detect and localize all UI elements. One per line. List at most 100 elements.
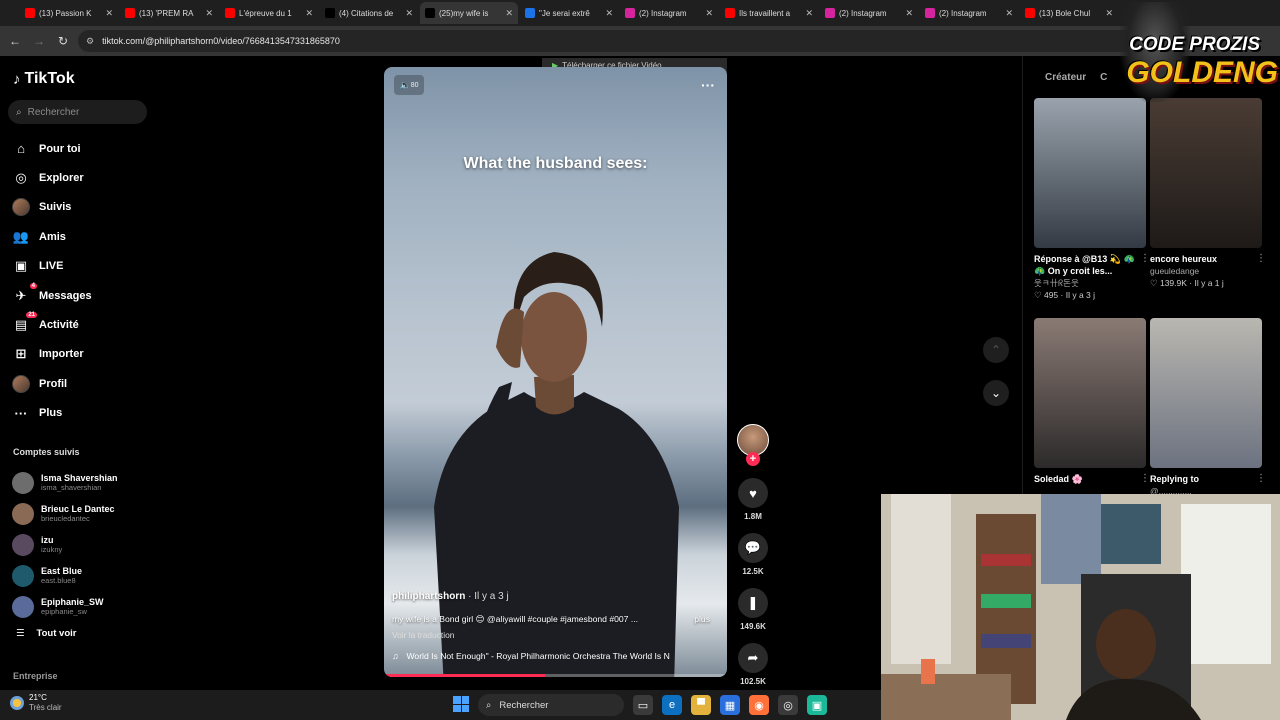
list-icon: ☰ [16, 628, 25, 639]
tiktok-logo[interactable]: ♪ TikTok [13, 70, 75, 88]
panel-tab[interactable]: C [1100, 72, 1107, 83]
close-tab-icon[interactable]: ✕ [505, 8, 513, 19]
chrome-icon[interactable]: ◎ [778, 695, 798, 715]
task-view-icon[interactable]: ▭ [633, 695, 653, 715]
thumbnail-caption[interactable]: encore heureux gueuledange ♡ 139.9K · Il… [1150, 253, 1262, 289]
video-author[interactable]: philiphartshorn · Il y a 3 j [392, 591, 722, 602]
edge-icon[interactable]: e [662, 695, 682, 715]
site-info-icon[interactable]: ⚙ [86, 36, 94, 47]
friends-icon: 👥 [12, 228, 30, 244]
sidebar-item-amis[interactable]: 👥 Amis [12, 222, 160, 251]
close-tab-icon[interactable]: ✕ [805, 8, 813, 19]
search-input[interactable]: ⌕ Rechercher [8, 100, 147, 124]
sidebar-item-activit-[interactable]: ▤ 21 Activité [12, 310, 160, 339]
close-tab-icon[interactable]: ✕ [605, 8, 613, 19]
video-progress-bar[interactable] [384, 674, 727, 677]
file-explorer-icon[interactable]: ▀ [691, 695, 711, 715]
close-tab-icon[interactable]: ✕ [905, 8, 913, 19]
video-more-icon[interactable]: ··· [701, 77, 715, 93]
account-avatar [12, 564, 34, 587]
back-icon[interactable]: ← [6, 32, 24, 50]
browser-tab[interactable]: (13) Bole Chul ✕ [1020, 2, 1118, 24]
browser-tab[interactable]: (2) Instagram ✕ [920, 2, 1018, 24]
browser-tab[interactable]: (4) Citations de ✕ [320, 2, 418, 24]
sidebar-item-plus[interactable]: ··· Plus [12, 399, 160, 428]
weather-widget[interactable]: 21°C Très clair [10, 693, 62, 713]
thumbnail-caption[interactable]: Réponse à @B13 💫 🦚 🦚 On y croit les... 웃… [1034, 253, 1146, 301]
sidebar-item-pour-toi[interactable]: ⌂ Pour toi [12, 134, 160, 163]
tab-title: (13) Passion K [39, 8, 92, 18]
more-button[interactable]: plus [694, 614, 710, 625]
caption-author: gueuledange [1150, 266, 1200, 276]
next-video-button[interactable]: ⌄ [983, 380, 1009, 406]
post-age: · Il y a 3 j [468, 591, 509, 602]
volume-control[interactable]: 🔈 80 [394, 75, 424, 95]
forward-icon[interactable]: → [30, 32, 48, 50]
search-placeholder: Rechercher [27, 106, 80, 118]
following-account[interactable]: izu izukny [12, 529, 157, 560]
sidebar-item-suivis[interactable]: Suivis [12, 193, 160, 222]
sidebar-item-importer[interactable]: ⊞ Importer [12, 340, 160, 369]
thumbnail-more-icon[interactable]: ⋮ [1140, 473, 1150, 484]
browser-tab[interactable]: L'épreuve du 1 ✕ [220, 2, 318, 24]
reload-icon[interactable]: ↻ [54, 32, 72, 50]
browser-tab[interactable]: (2) Instagram ✕ [620, 2, 718, 24]
browser-tab[interactable]: "Je serai extrê ✕ [520, 2, 618, 24]
account-name: East Blue [41, 566, 83, 576]
following-account[interactable]: Isma Shavershian isma_shavershian [12, 467, 157, 498]
video-player[interactable]: What the husband sees: 🔈 80 ··· philipha… [384, 67, 727, 677]
video-thumbnail[interactable] [1150, 98, 1262, 248]
translate-link[interactable]: Voir la traduction [392, 630, 722, 640]
following-account[interactable]: Epiphanie_SW epiphanie_sw [12, 591, 157, 622]
close-tab-icon[interactable]: ✕ [205, 8, 213, 19]
tab-title: "Je serai extrê [539, 8, 590, 18]
follow-plus-icon[interactable]: + [746, 452, 760, 466]
thumbnail-caption[interactable]: Soledad 🌸 [1034, 473, 1146, 485]
creator-avatar[interactable]: + [737, 424, 769, 466]
close-tab-icon[interactable]: ✕ [705, 8, 713, 19]
share-button[interactable]: ➦ 102.5K [736, 643, 770, 686]
comment-button[interactable]: 💬 12.5K [736, 533, 770, 576]
video-thumbnail[interactable] [1034, 98, 1146, 248]
video-thumbnail[interactable] [1150, 318, 1262, 468]
sidebar-item-explorer[interactable]: ◎ Explorer [12, 163, 160, 192]
sidebar-item-label: Pour toi [39, 142, 81, 155]
browser-tab[interactable]: (2) Instagram ✕ [820, 2, 918, 24]
sidebar-item-live[interactable]: ▣ LIVE [12, 252, 160, 281]
tab-title: (2) Instagram [939, 8, 987, 18]
like-button[interactable]: ♥ 1.8M [736, 478, 770, 521]
browser-tab[interactable]: Ils travaillent a ✕ [720, 2, 818, 24]
sidebar-item-messages[interactable]: ✈ 4 Messages [12, 281, 160, 310]
account-name: Isma Shavershian [41, 473, 118, 483]
video-info: philiphartshorn · Il y a 3 j my wife is … [392, 591, 722, 661]
sidebar-item-profil[interactable]: Profil [12, 369, 160, 398]
previous-video-button[interactable]: ⌃ [983, 337, 1009, 363]
thumbnail-more-icon[interactable]: ⋮ [1140, 253, 1150, 264]
browser-tab[interactable]: (25)my wife is ✕ [420, 2, 518, 24]
panel-tab[interactable]: Créateur [1045, 72, 1086, 83]
url-field[interactable]: ⚙ tiktok.com/@philiphartshorn0/video/766… [78, 30, 1188, 52]
save-button[interactable]: ❚ 149.6K [736, 588, 770, 631]
music-info[interactable]: ♫ World Is Not Enough" - Royal Philharmo… [392, 651, 722, 661]
close-tab-icon[interactable]: ✕ [305, 8, 313, 19]
close-tab-icon[interactable]: ✕ [105, 8, 113, 19]
close-tab-icon[interactable]: ✕ [1005, 8, 1013, 19]
profile-avatar-icon [12, 374, 30, 393]
following-account[interactable]: Brieuc Le Dantec brieucledantec [12, 498, 157, 529]
close-tab-icon[interactable]: ✕ [405, 8, 413, 19]
taskbar-search[interactable]: ⌕ Rechercher [478, 694, 624, 716]
following-account[interactable]: East Blue east.blue8 [12, 560, 157, 591]
thumbnail-more-icon[interactable]: ⋮ [1256, 473, 1266, 484]
browser-tab[interactable]: (13) Passion K ✕ [20, 2, 118, 24]
see-all-button[interactable]: ☰ Tout voir [16, 628, 76, 639]
store-icon[interactable]: ▦ [720, 695, 740, 715]
windows-start-icon[interactable] [453, 696, 469, 712]
close-tab-icon[interactable]: ✕ [1105, 8, 1113, 19]
thumbnail-more-icon[interactable]: ⋮ [1256, 253, 1266, 264]
sidebar-item-label: Suivis [39, 201, 72, 214]
app-icon[interactable]: ▣ [807, 695, 827, 715]
video-thumbnail[interactable] [1034, 318, 1146, 468]
company-link[interactable]: Entreprise [13, 671, 58, 681]
firefox-icon[interactable]: ◉ [749, 695, 769, 715]
browser-tab[interactable]: (13) 'PREM RA ✕ [120, 2, 218, 24]
